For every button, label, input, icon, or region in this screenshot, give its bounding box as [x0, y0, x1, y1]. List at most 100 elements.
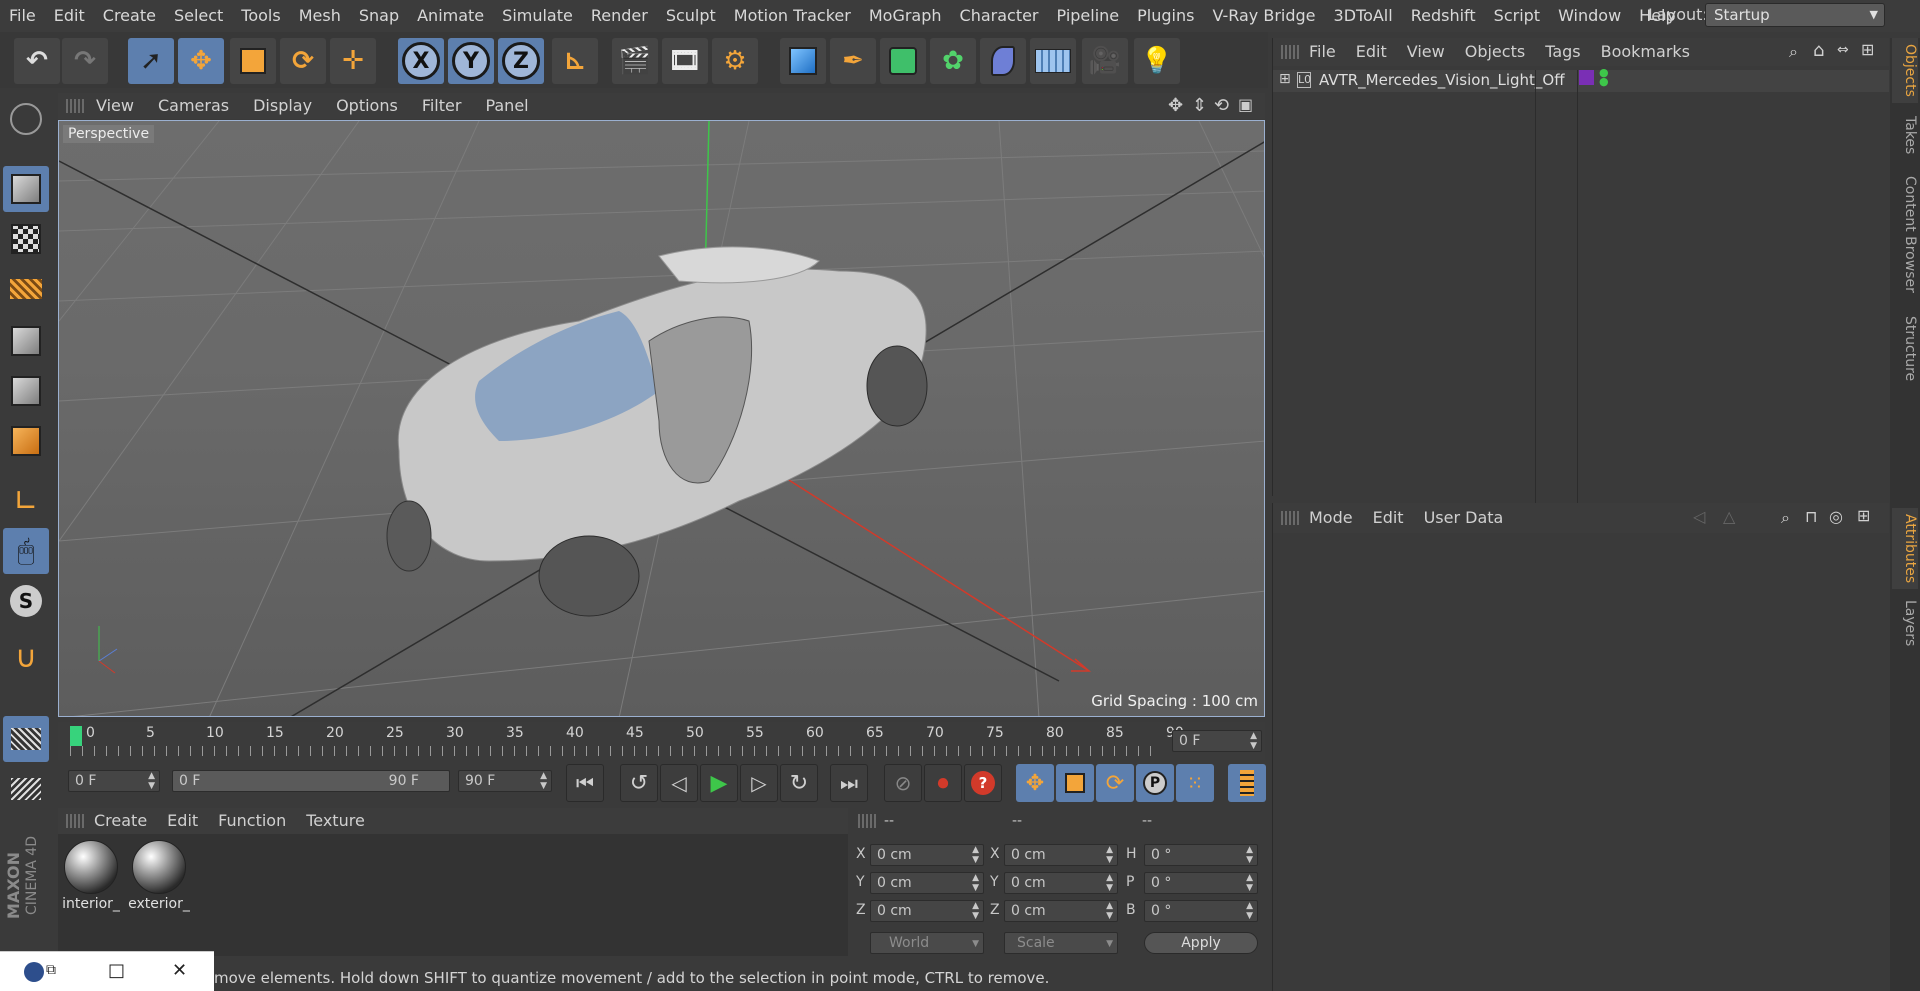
coordinate-system-button[interactable]: ⊾	[552, 38, 598, 84]
size-x-field[interactable]: 0 cm ▲ ▼	[1004, 844, 1118, 866]
undo-button[interactable]: ↶	[14, 38, 60, 84]
rotation-b-field[interactable]: 0 ° ▲ ▼	[1144, 900, 1258, 922]
record-active-button[interactable]: ⊘	[884, 764, 922, 802]
y-axis-button[interactable]: Y	[448, 38, 494, 84]
render-view-button[interactable]: 🎬	[612, 38, 658, 84]
menu-select[interactable]: Select	[165, 0, 232, 32]
menu-animate[interactable]: Animate	[408, 0, 493, 32]
size-z-field[interactable]: 0 cm ▲ ▼	[1004, 900, 1118, 922]
start-frame-field[interactable]: 0 F ▲ ▼	[68, 770, 160, 792]
visibility-dots-icon[interactable]: ● ●	[1599, 67, 1609, 87]
tab-takes[interactable]: Takes	[1892, 110, 1918, 160]
viewport-menu-display[interactable]: Display	[241, 93, 324, 119]
material-menu-texture[interactable]: Texture	[296, 808, 375, 834]
menu-mograph[interactable]: MoGraph	[860, 0, 951, 32]
viewport[interactable]: Perspective Grid Spacing : 100 cm	[58, 120, 1265, 717]
menu-create[interactable]: Create	[94, 0, 165, 32]
end-frame-field[interactable]: 90 F ▲ ▼	[458, 770, 552, 792]
material-menu-create[interactable]: Create	[84, 808, 157, 834]
size-mode-select[interactable]: Scale ▼	[1004, 932, 1118, 954]
key-parameter-button[interactable]: P	[1136, 764, 1174, 802]
menu-redshift[interactable]: Redshift	[1402, 0, 1485, 32]
snap-button[interactable]: ∪	[3, 634, 49, 680]
move-tool-button[interactable]: ✥	[178, 38, 224, 84]
restore-icon[interactable]: ⧉	[46, 962, 56, 978]
tab-objects[interactable]: Objects	[1892, 38, 1918, 103]
menu-tools[interactable]: Tools	[232, 0, 289, 32]
rotation-h-field[interactable]: 0 ° ▲ ▼	[1144, 844, 1258, 866]
position-x-field[interactable]: 0 cm ▲ ▼	[870, 844, 984, 866]
menu-render[interactable]: Render	[582, 0, 657, 32]
tab-layers[interactable]: Layers	[1892, 594, 1918, 652]
viewport-zoom-icon[interactable]: ⇕	[1192, 95, 1207, 116]
viewport-menu-filter[interactable]: Filter	[410, 93, 474, 119]
cloner-button[interactable]: ✿	[930, 38, 976, 84]
menu-file[interactable]: File	[0, 0, 45, 32]
workplane-mode-button[interactable]	[3, 266, 49, 312]
attribute-menu-user-data[interactable]: User Data	[1414, 503, 1514, 533]
viewport-menu-cameras[interactable]: Cameras	[146, 93, 241, 119]
polygon-mode-button[interactable]	[3, 418, 49, 464]
viewport-move-icon[interactable]: ✥	[1168, 95, 1183, 116]
home-icon[interactable]: ⌂	[1813, 40, 1824, 61]
timeline[interactable]: 051015202530354045505560657075808590 0 F…	[58, 722, 1265, 760]
render-picture-viewer-button[interactable]: 🎞	[662, 38, 708, 84]
position-y-field[interactable]: 0 cm ▲ ▼	[870, 872, 984, 894]
live-selection-button[interactable]: ➚	[128, 38, 174, 84]
next-key-button[interactable]: ↻	[780, 764, 818, 802]
target-icon[interactable]: ◎	[1829, 507, 1843, 526]
lock-icon[interactable]: ⊓	[1805, 507, 1817, 526]
axis-mode-button[interactable]: ∟	[3, 478, 49, 524]
search-icon[interactable]: ⌕	[1781, 508, 1790, 528]
key-scale-button[interactable]	[1056, 764, 1094, 802]
object-menu-edit[interactable]: Edit	[1346, 38, 1397, 66]
cube-object-button[interactable]	[780, 38, 826, 84]
current-frame-field[interactable]: 0 F ▲ ▼	[1172, 730, 1262, 752]
viewport-maximize-icon[interactable]: ▣	[1238, 95, 1253, 114]
attribute-menu-edit[interactable]: Edit	[1363, 503, 1414, 533]
menu-snap[interactable]: Snap	[350, 0, 408, 32]
pen-tool-button[interactable]: ✒	[830, 38, 876, 84]
key-position-button[interactable]: ✥	[1016, 764, 1054, 802]
tweak-mode-button[interactable]: 🖱	[3, 528, 49, 574]
material-swatch-exterior[interactable]: exterior_	[128, 840, 190, 912]
camera-button[interactable]: 🎥	[1082, 38, 1128, 84]
solo-button[interactable]: S	[3, 578, 49, 624]
key-point-level-button[interactable]: ⁙	[1176, 764, 1214, 802]
timeline-ruler[interactable]	[70, 746, 1158, 756]
coordinate-mode-select[interactable]: World ▼	[870, 932, 984, 954]
frame-range-slider[interactable]: 0 F 90 F	[172, 770, 450, 792]
x-axis-button[interactable]: X	[398, 38, 444, 84]
position-z-field[interactable]: 0 cm ▲ ▼	[870, 900, 984, 922]
texture-mode-button[interactable]	[3, 216, 49, 262]
rotation-p-field[interactable]: 0 ° ▲ ▼	[1144, 872, 1258, 894]
menu-character[interactable]: Character	[951, 0, 1048, 32]
maximize-icon[interactable]: □	[108, 960, 125, 981]
object-name[interactable]: AVTR_Mercedes_Vision_Light_Off	[1319, 71, 1565, 89]
arrows-icon[interactable]: ⇔	[1837, 42, 1849, 58]
menu-pipeline[interactable]: Pipeline	[1048, 0, 1129, 32]
key-selection-button[interactable]: ?	[964, 764, 1002, 802]
menu-vray-bridge[interactable]: V-Ray Bridge	[1203, 0, 1324, 32]
menu-edit[interactable]: Edit	[45, 0, 94, 32]
menu-motion-tracker[interactable]: Motion Tracker	[725, 0, 860, 32]
size-y-field[interactable]: 0 cm ▲ ▼	[1004, 872, 1118, 894]
material-menu-function[interactable]: Function	[208, 808, 296, 834]
attribute-menu-mode[interactable]: Mode	[1299, 503, 1363, 533]
search-icon[interactable]: ⌕	[1789, 42, 1798, 62]
viewport-menu-options[interactable]: Options	[324, 93, 410, 119]
render-settings-button[interactable]: ⚙	[712, 38, 758, 84]
object-row[interactable]: ⊞ L0 AVTR_Mercedes_Vision_Light_Off ● ●	[1273, 67, 1889, 530]
key-rotation-button[interactable]: ⟳	[1096, 764, 1134, 802]
scale-tool-button[interactable]	[230, 38, 276, 84]
next-frame-button[interactable]: ▷	[740, 764, 778, 802]
point-mode-button[interactable]	[3, 318, 49, 364]
object-menu-view[interactable]: View	[1397, 38, 1455, 66]
new-panel-icon[interactable]: ⊞	[1857, 506, 1870, 525]
recent-tools-button[interactable]: ✛	[330, 38, 376, 84]
subdivision-button[interactable]	[880, 38, 926, 84]
go-to-start-button[interactable]: ⏮	[566, 764, 604, 802]
layout-select[interactable]: Startup ▼	[1705, 3, 1885, 27]
z-axis-button[interactable]: Z	[498, 38, 544, 84]
tab-attributes[interactable]: Attributes	[1892, 508, 1918, 590]
